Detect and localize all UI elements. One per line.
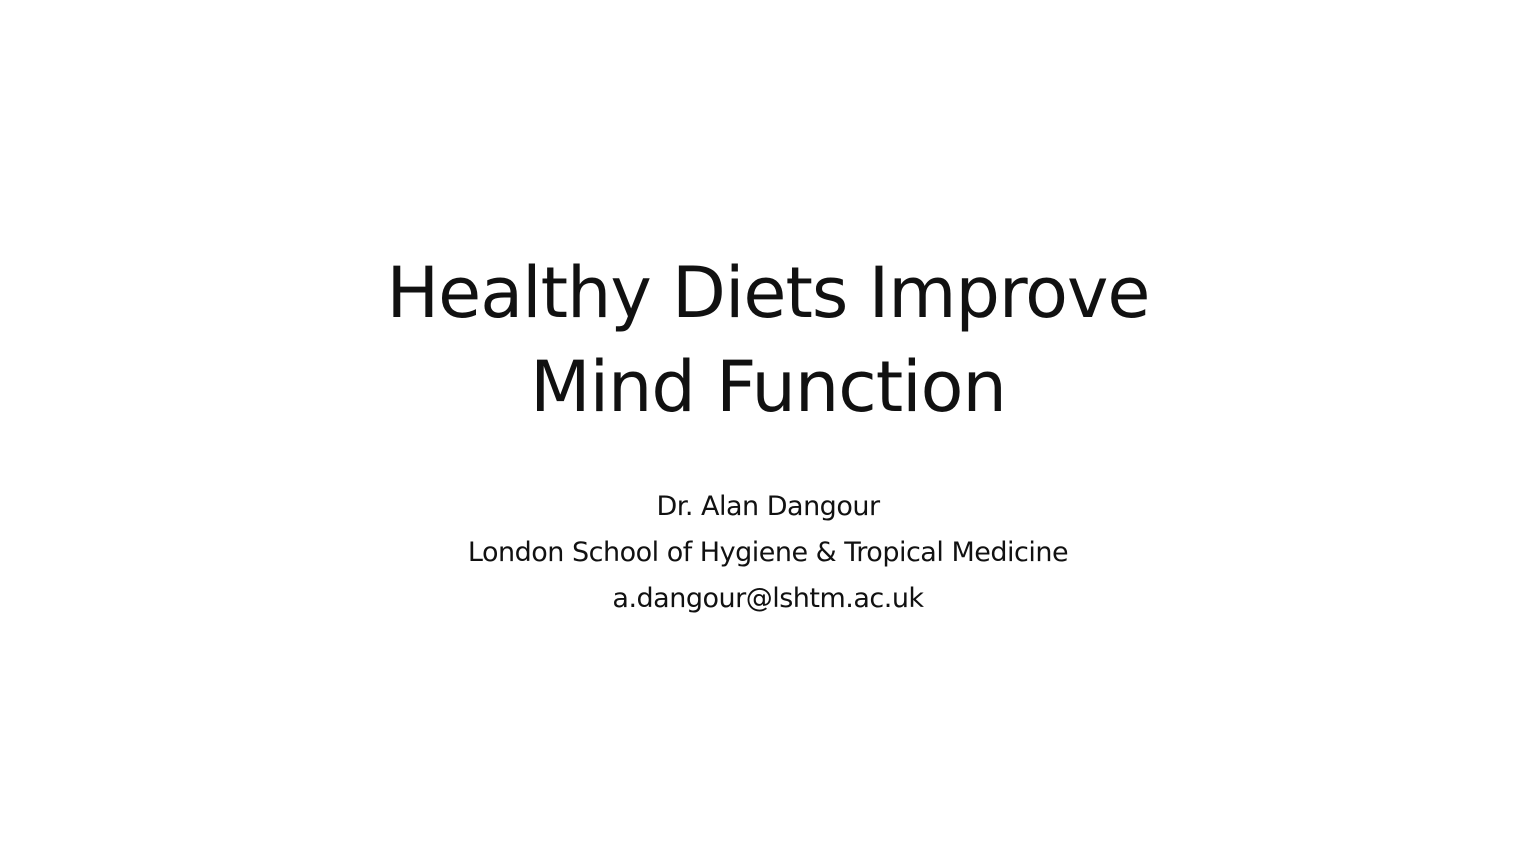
slide-title: Healthy Diets Improve Mind Function — [0, 246, 1536, 434]
author-name: Dr. Alan Dangour — [656, 491, 880, 522]
author-email: a.dangour@lshtm.ac.uk — [612, 583, 924, 614]
author-affiliation: London School of Hygiene & Tropical Medi… — [467, 537, 1069, 568]
slide-subtitle: Dr. Alan Dangour London School of Hygien… — [0, 484, 1536, 622]
title-line-1: Healthy Diets Improve — [386, 252, 1151, 334]
presentation-slide: Healthy Diets Improve Mind Function Dr. … — [0, 0, 1536, 864]
title-line-2: Mind Function — [530, 346, 1007, 428]
